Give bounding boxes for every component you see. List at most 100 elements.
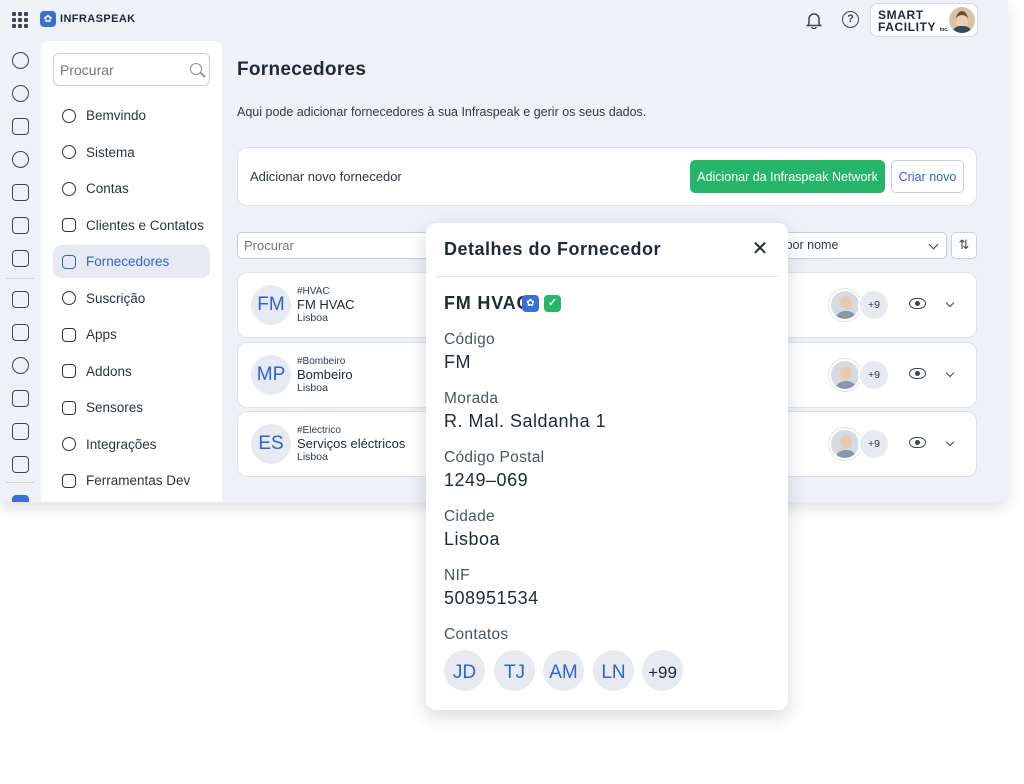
chevron-down-icon[interactable] bbox=[945, 298, 955, 308]
contact-avatar[interactable]: LN bbox=[591, 648, 636, 693]
logo-text: INFRASPEAK bbox=[60, 13, 136, 25]
sort-direction-button[interactable]: ⇅ bbox=[951, 232, 977, 259]
add-from-network-button[interactable]: Adicionar da Infraspeak Network bbox=[690, 160, 885, 193]
supplier-name: FM HVAC bbox=[444, 293, 531, 313]
page-subtitle: Aqui pode adicionar fornecedores à sua I… bbox=[237, 105, 647, 119]
sidebar-item-bemvindo[interactable]: Bemvindo bbox=[53, 99, 210, 132]
add-supplier-card: Adicionar novo fornecedor Adicionar da I… bbox=[237, 147, 977, 206]
supplier-details-modal: Detalhes do Fornecedor ✕ FM HVAC ✿ ✓ Cód… bbox=[426, 223, 788, 710]
contact-avatar[interactable]: AM bbox=[541, 648, 586, 693]
sidebar-item-sistema[interactable]: Sistema bbox=[53, 136, 210, 169]
alert-nav-icon[interactable] bbox=[12, 217, 29, 234]
smile-icon bbox=[62, 108, 76, 123]
supplier-tag: #Electrico bbox=[297, 425, 341, 436]
sidebar-item-label: Addons bbox=[86, 363, 132, 379]
tasks-nav-icon[interactable] bbox=[12, 324, 29, 341]
eye-nav-icon[interactable] bbox=[12, 52, 29, 69]
team-nav-icon[interactable] bbox=[12, 357, 29, 374]
cart-nav-icon[interactable] bbox=[12, 423, 29, 440]
add-supplier-label: Adicionar novo fornecedor bbox=[250, 169, 402, 184]
sidebar-item-label: Fornecedores bbox=[86, 254, 170, 269]
dashboard-nav-icon[interactable] bbox=[12, 118, 29, 135]
contact-avatar[interactable]: JD bbox=[442, 648, 487, 693]
code-value: FM bbox=[444, 352, 471, 372]
more-contacts-badge: +9 bbox=[858, 359, 890, 391]
sidebar-item-integracoes[interactable]: Integrações bbox=[53, 428, 210, 461]
infraspeak-logo-icon: ✿ bbox=[40, 11, 56, 27]
sidebar-item-apps[interactable]: Apps bbox=[53, 318, 210, 351]
contact-avatar bbox=[829, 359, 861, 391]
icon-rail bbox=[0, 40, 40, 502]
view-icon[interactable] bbox=[909, 298, 926, 309]
tools-nav-icon[interactable] bbox=[12, 151, 29, 168]
help-icon[interactable]: ? bbox=[842, 11, 859, 28]
nif-value: 508951534 bbox=[444, 588, 539, 608]
supplier-city: Lisboa bbox=[297, 312, 328, 324]
sort-icon: ⇅ bbox=[958, 237, 970, 252]
tags-nav-icon[interactable] bbox=[12, 390, 29, 407]
sidebar-item-label: Clientes e Contatos bbox=[86, 217, 204, 233]
planner-nav-icon[interactable] bbox=[12, 291, 29, 308]
supplier-name: Bombeiro bbox=[297, 367, 353, 382]
infraspeak-network-badge-icon: ✿ bbox=[522, 295, 539, 312]
close-icon[interactable]: ✕ bbox=[750, 239, 770, 260]
contact-avatar bbox=[829, 428, 861, 460]
settings-nav-icon[interactable] bbox=[12, 495, 29, 502]
view-icon[interactable] bbox=[909, 437, 926, 448]
sidebar-item-fornecedores[interactable]: Fornecedores bbox=[53, 245, 210, 278]
sidebar-search-input[interactable] bbox=[53, 53, 210, 86]
code-icon bbox=[62, 473, 76, 488]
gear-icon bbox=[62, 145, 76, 159]
sidebar-item-label: Suscrição bbox=[86, 290, 146, 306]
code-label: Código bbox=[444, 331, 495, 348]
chevron-down-icon[interactable] bbox=[945, 437, 955, 447]
radar-nav-icon[interactable] bbox=[12, 85, 29, 102]
schedule-nav-icon[interactable] bbox=[12, 250, 29, 267]
sidebar-item-addons[interactable]: Addons bbox=[53, 355, 210, 388]
view-icon[interactable] bbox=[909, 368, 926, 379]
page-title: Fornecedores bbox=[237, 59, 367, 80]
sidebar-item-suscricao[interactable]: Suscrição bbox=[53, 282, 210, 315]
supplier-tag: #HVAC bbox=[297, 286, 330, 297]
company-logo: SMART FACILITY Inc. bbox=[878, 9, 948, 36]
postal-code-label: Código Postal bbox=[444, 449, 545, 466]
addons-icon bbox=[62, 364, 76, 378]
sidebar-item-sensores[interactable]: Sensores bbox=[53, 391, 210, 424]
infraspeak-logo[interactable]: ✿ INFRASPEAK bbox=[40, 11, 136, 27]
search-icon[interactable] bbox=[190, 63, 202, 75]
user-icon bbox=[62, 181, 76, 196]
sensor-icon bbox=[62, 400, 76, 415]
company-logo-line2: FACILITY bbox=[878, 20, 936, 34]
supplier-search-input[interactable] bbox=[237, 232, 437, 259]
more-contacts-badge[interactable]: +99 bbox=[640, 648, 685, 693]
create-new-button[interactable]: Criar novo bbox=[891, 160, 964, 193]
modal-title: Detalhes do Fornecedor bbox=[444, 239, 662, 259]
bell-icon[interactable] bbox=[806, 11, 822, 29]
supplier-avatar: FM bbox=[251, 285, 291, 325]
supplier-city: Lisboa bbox=[297, 382, 328, 394]
sidebar-item-contas[interactable]: Contas bbox=[53, 172, 210, 205]
user-avatar[interactable] bbox=[949, 7, 975, 33]
verified-check-icon: ✓ bbox=[544, 295, 561, 312]
supplier-avatar: MP bbox=[251, 355, 291, 395]
city-label: Cidade bbox=[444, 508, 495, 525]
sidebar-item-label: Ferramentas Dev bbox=[86, 473, 191, 488]
nif-label: NIF bbox=[444, 567, 470, 584]
top-bar: ✿ INFRASPEAK ? SMART FACILITY Inc. bbox=[0, 0, 1008, 40]
reports-nav-icon[interactable] bbox=[12, 456, 29, 473]
sidebar-item-clientes[interactable]: Clientes e Contatos bbox=[53, 209, 210, 242]
calendar-nav-icon[interactable] bbox=[12, 184, 29, 201]
contact-avatar[interactable]: TJ bbox=[492, 648, 537, 693]
apps-grid-icon[interactable] bbox=[12, 12, 28, 28]
subscription-icon bbox=[62, 291, 76, 305]
chevron-down-icon bbox=[928, 239, 939, 250]
chevron-down-icon[interactable] bbox=[945, 368, 955, 378]
account-switcher[interactable]: SMART FACILITY Inc. bbox=[870, 3, 978, 37]
address-value: R. Mal. Saldanha 1 bbox=[444, 411, 607, 431]
company-logo-suffix: Inc. bbox=[939, 27, 949, 33]
supplier-name: Serviços eléctricos bbox=[297, 436, 406, 451]
postal-code-value: 1249–069 bbox=[444, 470, 529, 490]
sidebar-item-ferramentas-dev[interactable]: Ferramentas Dev bbox=[53, 464, 210, 497]
rail-divider bbox=[6, 482, 34, 483]
sidebar-item-label: Integrações bbox=[86, 436, 157, 452]
